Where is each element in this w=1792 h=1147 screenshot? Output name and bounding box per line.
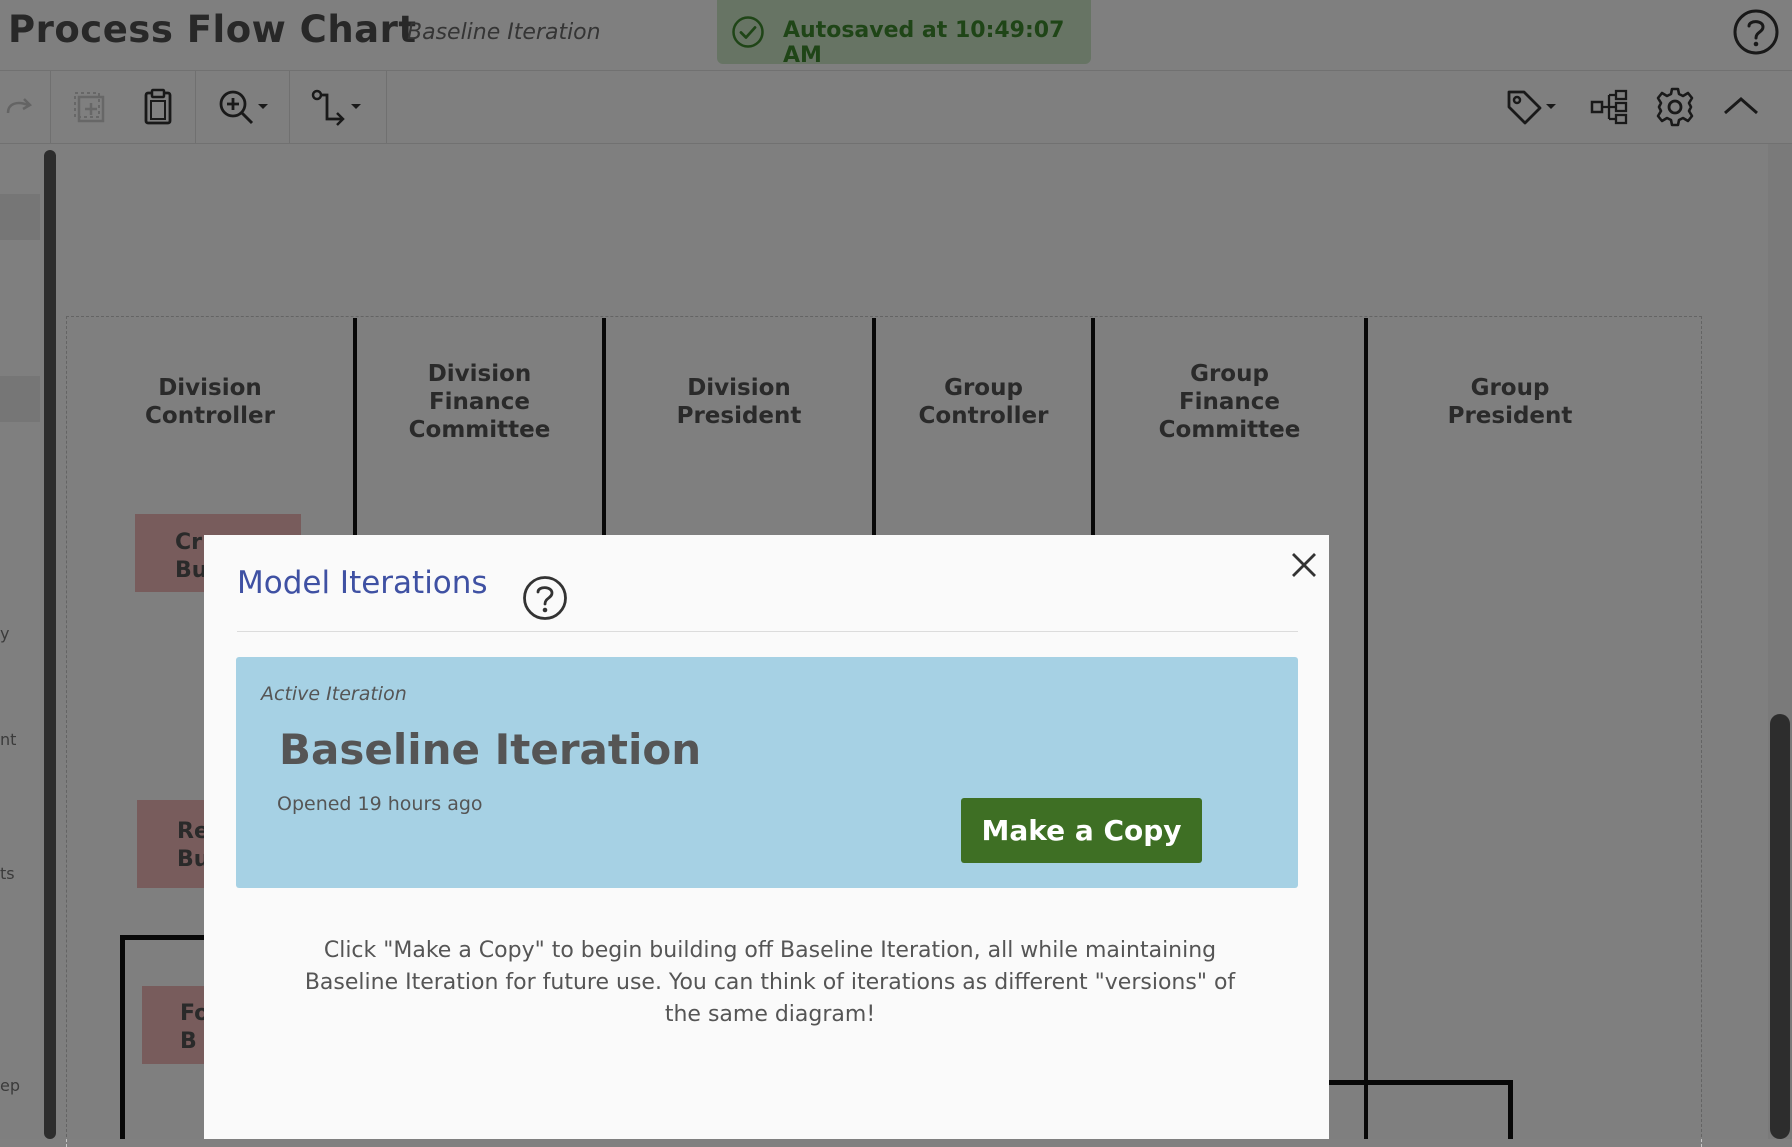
iterations-description: Click "Make a Copy" to begin building of… [304, 938, 1236, 1027]
dialog-title: Model Iterations [237, 565, 488, 601]
opened-time: Opened 19 hours ago [277, 793, 483, 815]
help-icon[interactable] [522, 575, 568, 621]
iteration-name: Baseline Iteration [279, 725, 702, 774]
active-iteration-card: Active Iteration Baseline Iteration Open… [236, 657, 1298, 888]
divider [237, 631, 1298, 632]
active-iteration-label: Active Iteration [261, 683, 407, 705]
close-icon[interactable] [1287, 548, 1321, 582]
make-copy-button[interactable]: Make a Copy [961, 798, 1202, 863]
model-iterations-dialog: Model Iterations Active Iteration Baseli… [204, 535, 1329, 1139]
